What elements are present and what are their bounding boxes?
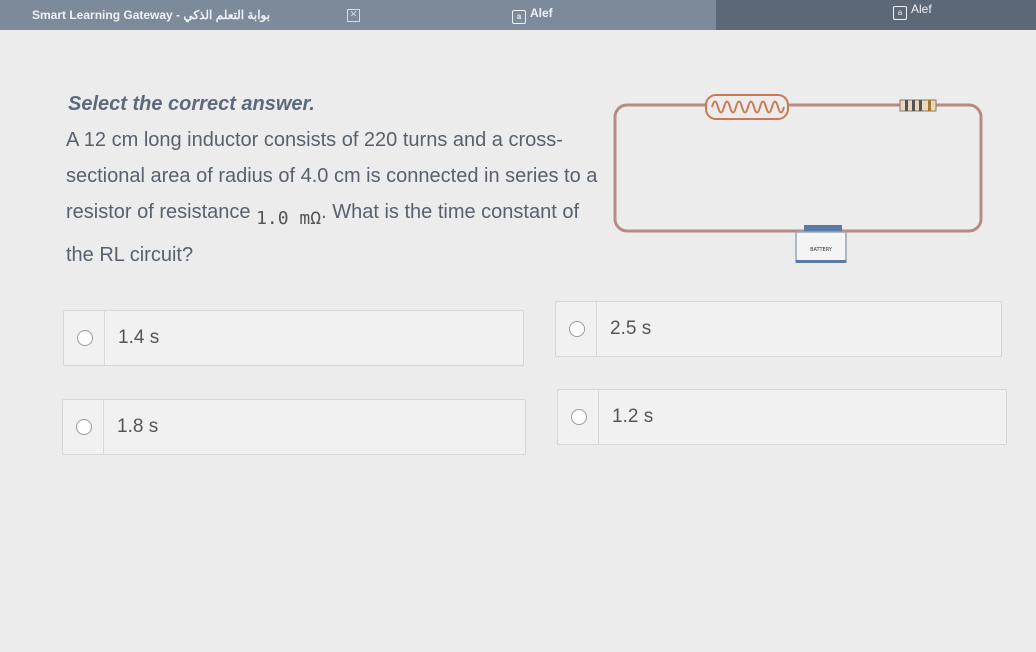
app-name-center: Alef	[530, 6, 553, 20]
answer-option-3[interactable]: 1.8 s	[62, 399, 526, 455]
answer-option-1[interactable]: 1.4 s	[63, 310, 524, 366]
answer-option-label: 1.4 s	[118, 327, 160, 348]
alef-logo-icon: a	[512, 10, 526, 24]
radio-button[interactable]	[569, 321, 585, 337]
circuit-wire	[613, 103, 983, 233]
alef-logo-icon: a	[893, 6, 907, 20]
rl-circuit-diagram: BATTERY	[613, 94, 983, 263]
tab-bar-right	[716, 0, 1036, 30]
radio-button[interactable]	[571, 409, 587, 425]
browser-tab-bar: Smart Learning Gateway - بوابة التعلم ال…	[0, 0, 1036, 30]
close-icon[interactable]: ✕	[347, 9, 360, 22]
radio-cell	[556, 302, 597, 356]
answer-option-label: 2.5 s	[610, 318, 652, 339]
app-link-center[interactable]: a Alef	[512, 6, 553, 24]
radio-button[interactable]	[77, 330, 93, 346]
battery-label: BATTERY	[810, 247, 833, 253]
answer-option-4[interactable]: 1.2 s	[557, 389, 1007, 445]
app-name-right: Alef	[911, 2, 932, 16]
answer-option-2[interactable]: 2.5 s	[555, 301, 1002, 357]
radio-button[interactable]	[76, 419, 92, 435]
question-text: A 12 cm long inductor consists of 220 tu…	[66, 122, 611, 273]
app-link-right[interactable]: a Alef	[893, 2, 932, 20]
answer-option-label: 1.8 s	[117, 416, 159, 437]
radio-cell	[63, 400, 104, 454]
resistance-value: 1.0 mΩ	[256, 208, 322, 229]
resistor	[899, 99, 937, 112]
inductor-coil	[705, 94, 789, 120]
tab-title[interactable]: Smart Learning Gateway - بوابة التعلم ال…	[32, 8, 270, 22]
answer-option-label: 1.2 s	[612, 406, 654, 427]
radio-cell	[64, 311, 105, 365]
question-heading: Select the correct answer.	[68, 93, 315, 115]
radio-cell	[558, 390, 599, 444]
